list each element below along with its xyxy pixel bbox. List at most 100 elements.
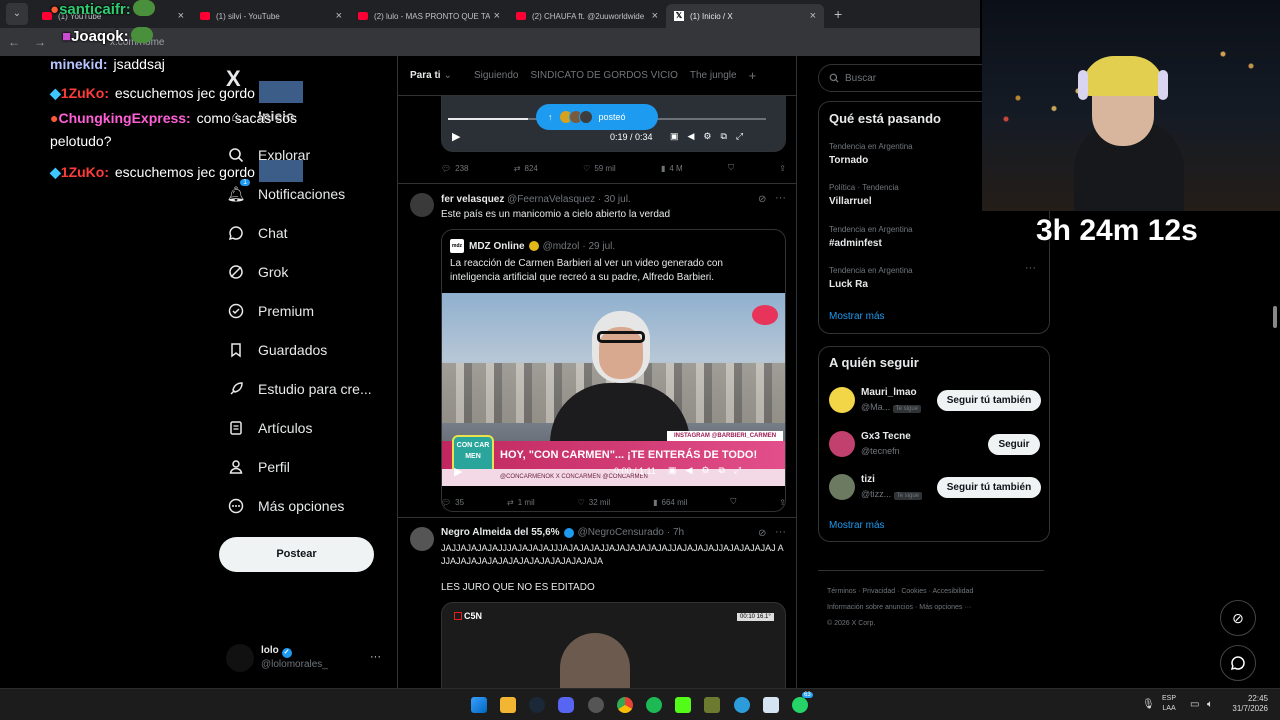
mic-icon[interactable]: 🎙︎ — [1142, 699, 1155, 710]
avatar[interactable] — [829, 431, 855, 457]
play-icon[interactable]: ▶ — [452, 130, 460, 143]
views-button[interactable]: ▮ 664 mil — [653, 497, 687, 507]
footer-link[interactable]: Cookies — [901, 588, 926, 595]
forward-icon[interactable]: → — [34, 35, 46, 49]
search-input[interactable]: Buscar — [845, 73, 876, 84]
repost-button[interactable]: ⇄ 824 — [514, 163, 538, 173]
footer-link[interactable]: Más opciones ··· — [919, 604, 971, 611]
like-button[interactable]: ♡ 59 mil — [583, 163, 616, 173]
sidebar-item-guardados[interactable]: Guardados — [226, 340, 327, 360]
tab-search-icon[interactable]: ⌄ — [6, 3, 28, 25]
footer-link[interactable]: Privacidad — [862, 588, 895, 595]
network-icon[interactable]: ▭ — [1190, 699, 1199, 710]
views-button[interactable]: ▮ 4 M — [661, 163, 683, 173]
sidebar-item-grok[interactable]: Grok — [226, 262, 288, 282]
sidebar-item-estudio[interactable]: Estudio para cre... — [226, 379, 372, 399]
chrome-icon[interactable] — [617, 697, 633, 713]
back-icon[interactable]: ← — [8, 35, 20, 49]
avatar[interactable] — [226, 644, 254, 672]
tab-the-jungle[interactable]: The jungle — [690, 70, 737, 81]
ccleaner-icon[interactable] — [734, 697, 750, 713]
tab-sindicato[interactable]: SINDICATO DE GORDOS VICIO — [530, 70, 677, 81]
footer-link[interactable]: Información sobre anuncios — [827, 604, 913, 611]
discord-icon[interactable] — [558, 697, 574, 713]
follow-back-button[interactable]: Seguir tú también — [937, 477, 1041, 498]
play-icon[interactable]: ▶ — [454, 465, 462, 478]
language-indicator[interactable]: ESP LAA — [1162, 694, 1176, 714]
post-video[interactable]: C5N 00:10 16.1° — [441, 602, 786, 688]
post-more-icon[interactable]: ··· — [775, 192, 786, 204]
show-more-link[interactable]: Mostrar más — [829, 520, 885, 531]
chat-float-button[interactable] — [1220, 645, 1256, 681]
tab-para-ti[interactable]: Para ti — [410, 70, 441, 81]
whatsapp-icon[interactable] — [792, 697, 808, 713]
notepad-icon[interactable] — [763, 697, 779, 713]
avatar[interactable] — [410, 193, 434, 217]
new-posts-pill[interactable]: ↑ posteó — [536, 104, 658, 130]
new-tab-button[interactable]: + — [834, 6, 842, 22]
author-name[interactable]: Negro Almeida del 55,6% — [441, 527, 560, 538]
follow-button[interactable]: Seguir — [988, 434, 1040, 455]
share-button[interactable]: ⇪ — [779, 163, 786, 173]
follow-name[interactable]: Gx3 Tecne — [861, 431, 911, 442]
close-icon[interactable]: × — [178, 10, 184, 22]
follow-name[interactable]: tizi — [861, 474, 875, 485]
sidebar-item-mas-opciones[interactable]: Más opciones — [226, 496, 344, 516]
sidebar-item-perfil[interactable]: Perfil — [226, 457, 290, 477]
avatar[interactable] — [410, 527, 434, 551]
follow-name[interactable]: Mauri_lmao — [861, 387, 917, 398]
clock[interactable]: 22:45 31/7/2026 — [1224, 694, 1268, 714]
avatar[interactable] — [829, 474, 855, 500]
browser-tab-5-active[interactable]: 𝕏 (1) Inicio / X × — [666, 4, 824, 28]
chevron-down-icon[interactable]: ⌄ — [444, 70, 452, 81]
video-controls-icons[interactable]: ▣◀⚙⧉⤢ — [670, 131, 752, 142]
trend-item[interactable]: Tendencia en Argentina #adminfest — [829, 225, 913, 249]
author-handle[interactable]: @FeernaVelasquez — [507, 194, 595, 205]
bookmark-button[interactable]: ⛉ — [728, 163, 734, 173]
scrollbar-thumb[interactable] — [1273, 306, 1277, 328]
post-button[interactable]: Postear — [219, 537, 374, 572]
trend-item[interactable]: Política · Tendencia Villarruel — [829, 183, 899, 207]
grok-icon[interactable]: ⊘ — [758, 194, 766, 205]
grok-icon[interactable]: ⊘ — [758, 528, 766, 539]
author-handle[interactable]: @NegroCensurado — [578, 527, 664, 538]
start-icon[interactable] — [471, 697, 487, 713]
bookmark-button[interactable]: ⛉ — [730, 497, 736, 507]
volume-icon[interactable]: 🔈︎ — [1207, 699, 1213, 710]
follow-back-button[interactable]: Seguir tú también — [937, 390, 1041, 411]
show-more-link[interactable]: Mostrar más — [829, 311, 885, 322]
author-name[interactable]: fer velasquez — [441, 194, 504, 205]
account-more-icon[interactable]: ··· — [370, 651, 381, 663]
trend-more-icon[interactable]: ··· — [1025, 262, 1036, 274]
quote-video[interactable]: INSTAGRAM @BARBIERI_CARMEN HOY, "CON CAR… — [442, 293, 785, 486]
app-icon[interactable] — [588, 697, 604, 713]
add-tab-icon[interactable]: + — [749, 68, 757, 83]
steam-icon[interactable] — [529, 697, 545, 713]
reply-button[interactable]: 💬︎ 238 — [441, 163, 469, 173]
file-explorer-icon[interactable] — [500, 697, 516, 713]
reply-button[interactable]: 💬︎ 35 — [441, 497, 464, 507]
grok-float-icon[interactable]: ⊘ — [1220, 600, 1256, 636]
footer-link[interactable]: Accesibilidad — [932, 588, 973, 595]
post-date[interactable]: · 30 jul. — [598, 194, 631, 205]
avatar[interactable] — [829, 387, 855, 413]
trend-item[interactable]: Tendencia en Argentina Tornado — [829, 142, 913, 166]
sidebar-item-chat[interactable]: Chat — [226, 223, 288, 243]
video-controls-icons[interactable]: ▣◀⚙⧉⤢ — [668, 465, 750, 476]
close-icon[interactable]: × — [336, 10, 342, 22]
footer-link[interactable]: Términos — [827, 588, 856, 595]
browser-tab-2[interactable]: (1) silvi - YouTube × — [192, 4, 350, 28]
sidebar-item-articulos[interactable]: Artículos — [226, 418, 312, 438]
quote-card[interactable]: mdz MDZ Online @mdzol · 29 jul. La reacc… — [441, 229, 786, 512]
close-icon[interactable]: × — [652, 10, 658, 22]
sidebar-item-premium[interactable]: Premium — [226, 301, 314, 321]
share-button[interactable]: ⇪ — [779, 497, 786, 507]
post-date[interactable]: · 7h — [667, 527, 684, 538]
browser-tab-3[interactable]: (2) lulo - MAS PRONTO QUE TA × — [350, 4, 508, 28]
browser-tab-4[interactable]: (2) CHAUFA ft. @2uuworldwide × — [508, 4, 666, 28]
repost-button[interactable]: ⇄ 1 mil — [507, 497, 535, 507]
app-icon[interactable] — [704, 697, 720, 713]
trend-item[interactable]: Tendencia en Argentina Luck Ra — [829, 266, 913, 290]
tab-siguiendo[interactable]: Siguiendo — [474, 70, 518, 81]
post-more-icon[interactable]: ··· — [775, 526, 786, 538]
